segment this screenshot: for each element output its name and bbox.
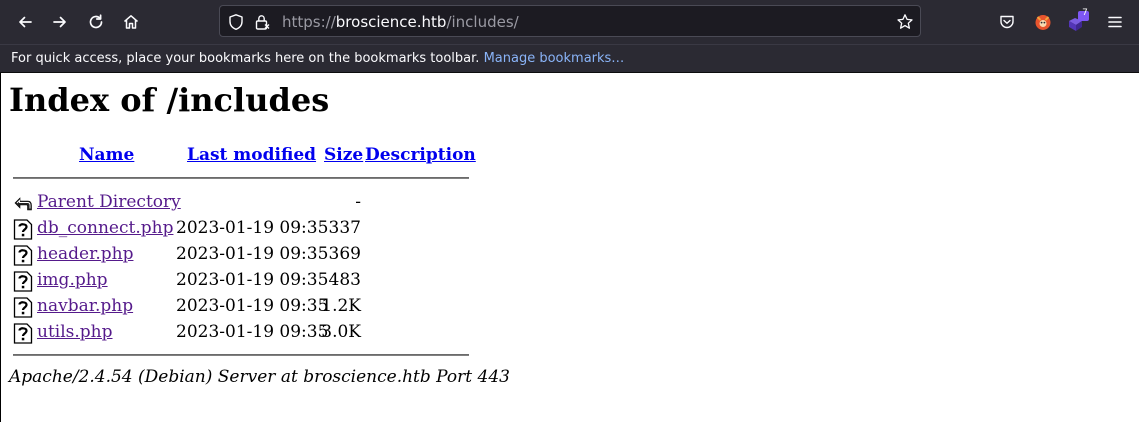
page-title: Index of /includes — [9, 81, 330, 119]
listing-row: utils.php 2023-01-19 09:35 3.0K — [1, 320, 481, 346]
home-icon — [124, 15, 138, 29]
file-link[interactable]: Parent Directory — [37, 190, 181, 214]
file-date: 2023-01-19 09:35 — [176, 296, 329, 316]
file-link[interactable]: utils.php — [37, 320, 113, 344]
file-date: 2023-01-19 09:35 — [176, 218, 329, 238]
column-header-name: Name — [79, 145, 134, 165]
parent-directory-icon — [14, 197, 32, 211]
file-date: 2023-01-19 09:35 — [176, 270, 329, 290]
file-link[interactable]: img.php — [37, 268, 108, 292]
listing-row: db_connect.php 2023-01-19 09:35 337 — [1, 216, 481, 242]
star-icon[interactable] — [896, 13, 914, 31]
file-size: - — [355, 192, 361, 212]
file-size: 1.2K — [321, 296, 361, 316]
page-content: Index of /includes Name Last modified Si… — [0, 73, 1139, 422]
forward-arrow-icon — [53, 16, 66, 28]
bookmarks-toolbar-message: For quick access, place your bookmarks h… — [11, 51, 480, 66]
pocket-button[interactable] — [993, 8, 1021, 36]
listing-row: navbar.php 2023-01-19 09:35 1.2K — [1, 294, 481, 320]
foxyproxy-icon — [1035, 15, 1051, 30]
unknown-file-icon — [13, 297, 33, 318]
file-date: 2023-01-19 09:35 — [176, 244, 329, 264]
menu-button[interactable] — [1101, 8, 1129, 36]
home-button[interactable] — [117, 8, 145, 36]
unknown-file-icon — [13, 271, 33, 292]
sort-by-last-modified-link[interactable]: Last modified — [187, 145, 316, 165]
shield-icon[interactable] — [227, 13, 245, 31]
unknown-file-icon — [13, 323, 33, 344]
server-signature: Apache/2.4.54 (Debian) Server at broscie… — [9, 367, 510, 387]
file-size: 3.0K — [321, 322, 361, 342]
reload-button[interactable] — [82, 8, 110, 36]
url-host: broscience.htb — [335, 13, 447, 31]
url-text[interactable]: https://broscience.htb/includes/ — [282, 13, 519, 31]
file-size: 483 — [328, 270, 361, 290]
url-path: /includes/ — [446, 13, 519, 31]
file-date: 2023-01-19 09:35 — [176, 322, 329, 342]
listing-row: header.php 2023-01-19 09:35 369 — [1, 242, 481, 268]
footer-divider — [13, 354, 469, 356]
forward-button[interactable] — [46, 8, 74, 36]
back-arrow-icon — [19, 16, 32, 28]
file-size: 369 — [328, 244, 361, 264]
url-protocol: https:// — [282, 13, 336, 31]
file-link[interactable]: db_connect.php — [37, 216, 173, 240]
manage-bookmarks-link[interactable]: Manage bookmarks… — [484, 51, 625, 66]
column-header-last-modified: Last modified — [187, 145, 316, 165]
lock-icon[interactable] — [253, 13, 271, 31]
foxyproxy-extension-button[interactable] — [1029, 8, 1057, 36]
file-link[interactable]: navbar.php — [37, 294, 133, 318]
unknown-file-icon — [13, 219, 33, 240]
sort-by-description-link[interactable]: Description — [365, 145, 476, 165]
sort-by-name-link[interactable]: Name — [79, 145, 134, 165]
column-header-size: Size — [324, 145, 363, 165]
hamburger-menu-icon — [1108, 16, 1122, 28]
file-size: 337 — [328, 218, 361, 238]
sort-by-size-link[interactable]: Size — [324, 145, 363, 165]
pocket-icon — [1000, 15, 1014, 29]
reload-icon — [89, 14, 103, 29]
extension-badge-count: 7 — [1082, 8, 1088, 18]
unknown-file-icon — [13, 245, 33, 266]
extension-button[interactable]: 7 — [1064, 8, 1092, 36]
file-link[interactable]: header.php — [37, 242, 133, 266]
listing-row-parent: Parent Directory - — [1, 190, 481, 216]
url-bar[interactable]: https://broscience.htb/includes/ — [219, 5, 921, 37]
bookmarks-toolbar: For quick access, place your bookmarks h… — [0, 44, 1139, 73]
listing-row: img.php 2023-01-19 09:35 483 — [1, 268, 481, 294]
browser-toolbar: https://broscience.htb/includes/ 7 — [0, 0, 1139, 44]
column-header-description: Description — [365, 145, 476, 165]
back-button[interactable] — [11, 8, 39, 36]
header-divider — [13, 177, 469, 179]
